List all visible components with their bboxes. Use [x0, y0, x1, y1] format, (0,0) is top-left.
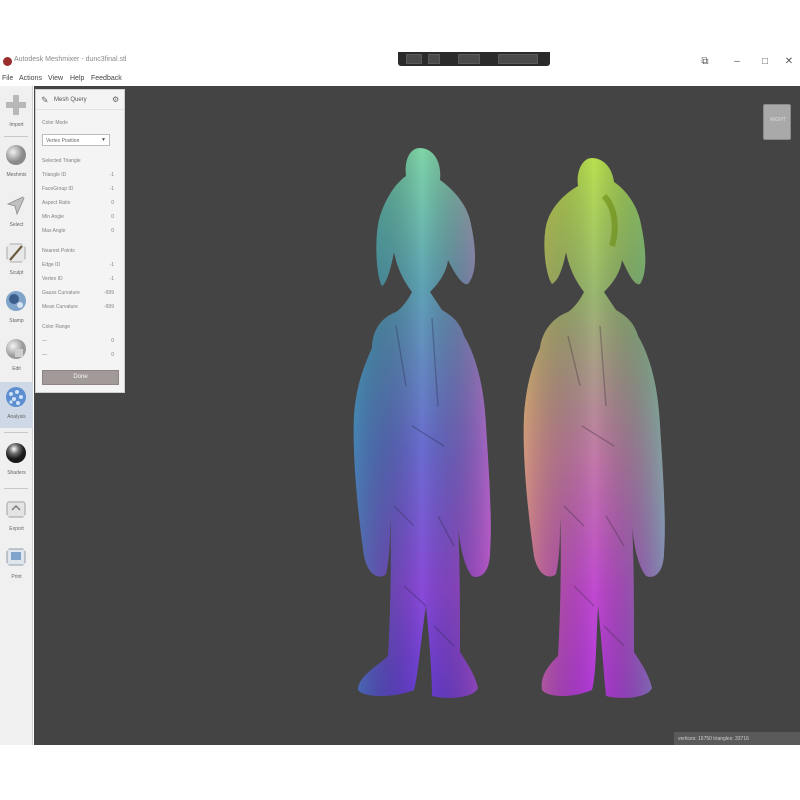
done-button[interactable]: Done [42, 370, 119, 385]
tool-column: Import Meshmix Select Sculpt Stamp Edit … [0, 86, 33, 745]
toolbar-button[interactable] [498, 54, 538, 64]
tool-sculpt[interactable]: Sculpt [0, 238, 33, 284]
tool-edit[interactable]: Edit [0, 334, 33, 380]
row-value: -999 [103, 304, 114, 310]
tool-label: Print [11, 574, 22, 580]
row-label: Vertex ID [42, 276, 63, 282]
row-value: 0 [111, 338, 114, 344]
mesh-query-icon: ✎ [41, 95, 49, 105]
plus-icon [6, 95, 26, 115]
row-value: 0 [111, 352, 114, 358]
panel-title: Mesh Query [54, 97, 87, 103]
export-icon [6, 501, 26, 518]
capture-toolbar [398, 52, 550, 66]
mesh-stats: vertices: 16750 triangles: 33716 [674, 732, 800, 745]
maximize-button[interactable]: □ [758, 56, 772, 68]
restore-button[interactable]: ⧉ [698, 56, 712, 68]
color-mode-label: Color Mode [42, 120, 68, 126]
edit-sphere-icon [6, 339, 26, 359]
row-value: -1 [109, 186, 114, 192]
tool-stamp[interactable]: Stamp [0, 286, 33, 332]
row-value: -1 [109, 276, 114, 282]
row-label: Triangle ID [42, 172, 67, 178]
row-value: 0 [111, 200, 114, 206]
toolbar-button[interactable] [458, 54, 480, 64]
tool-label: Import [9, 122, 24, 128]
row-label: Max Angle [42, 228, 66, 234]
app-logo-icon [3, 57, 12, 66]
menu-actions[interactable]: Actions [19, 75, 42, 82]
color-mode-value: Vertex Position [46, 138, 80, 144]
mesh-query-panel: ✎ Mesh Query ⚙ Color Mode Vertex Positio… [35, 89, 125, 393]
tool-label: Stamp [9, 318, 24, 324]
shaders-icon [6, 443, 26, 463]
panel-header: ✎ Mesh Query ⚙ [36, 90, 124, 110]
tool-shaders[interactable]: Shaders [0, 438, 33, 484]
window-title: Autodesk Meshmixer - dunc3final.stl [14, 56, 127, 63]
arrow-cursor-icon [6, 195, 26, 216]
tool-print[interactable]: Print [0, 542, 33, 588]
row-label: — [42, 352, 47, 358]
tool-label: Shaders [7, 470, 26, 476]
settings-gear-icon[interactable]: ⚙ [112, 95, 119, 105]
sphere-icon [6, 145, 26, 165]
tool-label: Analysis [7, 414, 26, 420]
row-label: Mean Curvature [42, 304, 78, 310]
row-label: Gauss Curvature [42, 290, 80, 296]
3d-viewport[interactable]: RIGHT vertices: 16750 triangles: 33716 [34, 86, 800, 745]
chevron-down-icon: ▼ [101, 137, 106, 143]
tool-import[interactable]: Import [0, 90, 33, 136]
tool-export[interactable]: Export [0, 494, 33, 540]
menu-help[interactable]: Help [70, 75, 84, 82]
row-value: -1 [109, 262, 114, 268]
view-cube[interactable]: RIGHT [763, 104, 791, 140]
character-back[interactable] [523, 158, 665, 698]
close-button[interactable]: ✕ [782, 56, 796, 68]
row-label: — [42, 338, 47, 344]
row-label: Edge ID [42, 262, 61, 268]
menu-file[interactable]: File [2, 75, 13, 82]
divider [4, 432, 28, 433]
menu-bar: File Actions View Help Feedback [0, 72, 800, 86]
section-selected-triangle: Selected Triangle [42, 158, 81, 164]
row-value: -1 [109, 172, 114, 178]
toolbar-button[interactable] [406, 54, 422, 64]
tool-meshmix[interactable]: Meshmix [0, 140, 33, 186]
toolbar-button[interactable] [428, 54, 440, 64]
brush-icon [6, 243, 26, 263]
row-label: FaceGroup ID [42, 186, 74, 192]
analysis-icon [6, 387, 26, 407]
meshmixer-window: Autodesk Meshmixer - dunc3final.stl ⧉ – … [0, 0, 800, 800]
menu-view[interactable]: View [48, 75, 63, 82]
section-color-range: Color Range [42, 324, 71, 330]
tool-label: Meshmix [6, 172, 27, 178]
menu-feedback[interactable]: Feedback [91, 75, 122, 82]
row-label: Aspect Ratio [42, 200, 71, 206]
character-front[interactable] [353, 148, 491, 698]
model-render [353, 148, 665, 698]
color-mode-select[interactable]: Vertex Position ▼ [42, 134, 110, 146]
tool-label: Select [9, 222, 24, 228]
divider [4, 488, 28, 489]
view-cube-label: RIGHT [770, 117, 786, 123]
print-icon [6, 548, 26, 566]
row-label: Min Angle [42, 214, 64, 220]
row-value: 0 [111, 214, 114, 220]
stamp-icon [6, 291, 26, 311]
row-value: -999 [103, 290, 114, 296]
minimize-button[interactable]: – [730, 56, 744, 68]
tool-analysis[interactable]: Analysis [0, 382, 33, 428]
tool-label: Sculpt [9, 270, 24, 276]
section-nearest-points: Nearest Points [42, 248, 75, 254]
divider [4, 136, 28, 137]
tool-label: Export [9, 526, 24, 532]
tool-label: Edit [12, 366, 21, 372]
tool-select[interactable]: Select [0, 190, 33, 236]
row-value: 0 [111, 228, 114, 234]
